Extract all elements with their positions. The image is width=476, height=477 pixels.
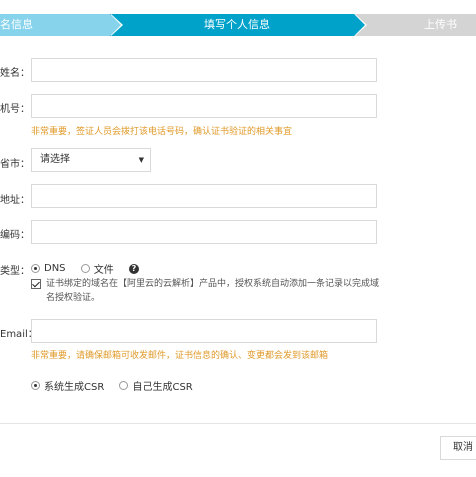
step-arrow	[354, 14, 365, 36]
province-select[interactable]: 请选择 ▼	[31, 148, 151, 172]
csr-option-group: 系统生成CSR 自己生成CSR	[31, 378, 205, 393]
address-input[interactable]	[31, 184, 377, 208]
step-2-current: 填写个人信息	[110, 14, 364, 36]
auto-dns-text: 证书绑定的域名在【阿里云的云解析】产品中，授权系统自动添加一条记录以完成域名授权…	[46, 279, 380, 303]
csr-system-label: 系统生成CSR	[44, 382, 105, 393]
footer-divider	[0, 423, 476, 424]
cancel-button[interactable]: 取消	[440, 436, 476, 460]
step-3: 上传书	[354, 14, 476, 36]
step-1: 名信息	[0, 14, 121, 36]
verify-type-group: DNS 文件 ?	[31, 261, 139, 276]
verify-type-label: 类型：	[0, 266, 30, 277]
province-select-value: 请选择	[40, 154, 70, 165]
csr-self-radio[interactable]	[119, 381, 129, 390]
step-progress-bar: 名信息 填写个人信息 上传书	[0, 14, 476, 36]
verify-dns-radio[interactable]	[31, 264, 40, 273]
postcode-label: 编码：	[0, 230, 30, 241]
name-input[interactable]	[31, 58, 377, 82]
email-input[interactable]	[31, 319, 377, 343]
province-label: 省市：	[0, 159, 30, 170]
postcode-input[interactable]	[31, 220, 377, 244]
email-hint: 非常重要，请确保邮箱可收发邮件，证书信息的确认、变更都会发到该邮箱	[31, 351, 329, 361]
name-label: 姓名：	[0, 68, 30, 79]
verify-dns-label: DNS	[44, 263, 66, 274]
verify-file-label: 文件	[93, 265, 114, 276]
caret-down-icon: ▼	[138, 156, 144, 164]
phone-label: 机号：	[0, 104, 30, 115]
address-label: 地址：	[0, 195, 30, 206]
csr-system-radio[interactable]	[31, 381, 40, 390]
auto-dns-checkbox[interactable]	[31, 279, 41, 289]
phone-input[interactable]	[31, 94, 377, 118]
phone-hint: 非常重要，签证人员会拨打该电话号码，确认证书验证的相关事宜	[31, 127, 293, 137]
csr-self-label: 自己生成CSR	[132, 382, 193, 393]
verify-file-radio[interactable]	[80, 264, 90, 273]
help-icon[interactable]: ?	[128, 263, 139, 274]
step-arrow	[110, 14, 121, 36]
